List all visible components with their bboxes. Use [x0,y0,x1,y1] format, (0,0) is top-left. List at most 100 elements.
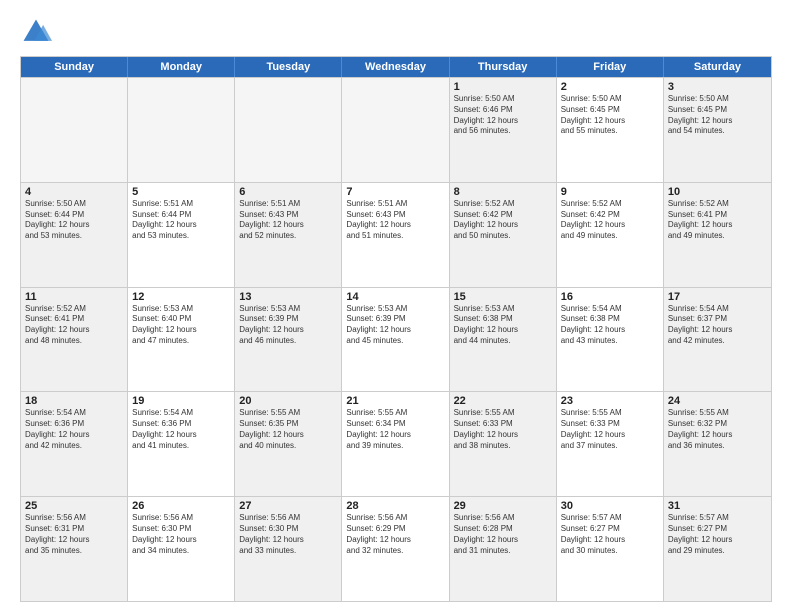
cell-info: Sunrise: 5:50 AM Sunset: 6:46 PM Dayligh… [454,94,552,137]
cell-info: Sunrise: 5:52 AM Sunset: 6:41 PM Dayligh… [668,199,767,242]
cell-info: Sunrise: 5:51 AM Sunset: 6:43 PM Dayligh… [346,199,444,242]
calendar-row: 25Sunrise: 5:56 AM Sunset: 6:31 PM Dayli… [21,496,771,601]
day-number: 30 [561,500,659,512]
day-number: 6 [239,186,337,198]
day-number: 26 [132,500,230,512]
calendar-cell: 30Sunrise: 5:57 AM Sunset: 6:27 PM Dayli… [557,497,664,601]
day-number: 29 [454,500,552,512]
calendar-row: 11Sunrise: 5:52 AM Sunset: 6:41 PM Dayli… [21,287,771,392]
cell-info: Sunrise: 5:54 AM Sunset: 6:36 PM Dayligh… [25,408,123,451]
calendar-cell: 27Sunrise: 5:56 AM Sunset: 6:30 PM Dayli… [235,497,342,601]
weekday-header: Sunday [21,57,128,77]
calendar-cell: 23Sunrise: 5:55 AM Sunset: 6:33 PM Dayli… [557,392,664,496]
cell-info: Sunrise: 5:55 AM Sunset: 6:32 PM Dayligh… [668,408,767,451]
cell-info: Sunrise: 5:54 AM Sunset: 6:37 PM Dayligh… [668,304,767,347]
day-number: 21 [346,395,444,407]
cell-info: Sunrise: 5:53 AM Sunset: 6:39 PM Dayligh… [239,304,337,347]
cell-info: Sunrise: 5:54 AM Sunset: 6:36 PM Dayligh… [132,408,230,451]
cell-info: Sunrise: 5:52 AM Sunset: 6:42 PM Dayligh… [454,199,552,242]
cell-info: Sunrise: 5:53 AM Sunset: 6:40 PM Dayligh… [132,304,230,347]
weekday-header: Friday [557,57,664,77]
day-number: 25 [25,500,123,512]
cell-info: Sunrise: 5:50 AM Sunset: 6:44 PM Dayligh… [25,199,123,242]
calendar-cell: 26Sunrise: 5:56 AM Sunset: 6:30 PM Dayli… [128,497,235,601]
day-number: 18 [25,395,123,407]
day-number: 1 [454,81,552,93]
cell-info: Sunrise: 5:51 AM Sunset: 6:44 PM Dayligh… [132,199,230,242]
calendar-cell [342,78,449,182]
calendar-cell: 25Sunrise: 5:56 AM Sunset: 6:31 PM Dayli… [21,497,128,601]
day-number: 5 [132,186,230,198]
day-number: 23 [561,395,659,407]
cell-info: Sunrise: 5:54 AM Sunset: 6:38 PM Dayligh… [561,304,659,347]
calendar-cell: 6Sunrise: 5:51 AM Sunset: 6:43 PM Daylig… [235,183,342,287]
calendar-cell: 18Sunrise: 5:54 AM Sunset: 6:36 PM Dayli… [21,392,128,496]
calendar-cell: 24Sunrise: 5:55 AM Sunset: 6:32 PM Dayli… [664,392,771,496]
weekday-header: Tuesday [235,57,342,77]
day-number: 22 [454,395,552,407]
cell-info: Sunrise: 5:56 AM Sunset: 6:28 PM Dayligh… [454,513,552,556]
calendar-cell [128,78,235,182]
header [20,16,772,48]
calendar-cell: 1Sunrise: 5:50 AM Sunset: 6:46 PM Daylig… [450,78,557,182]
calendar-row: 18Sunrise: 5:54 AM Sunset: 6:36 PM Dayli… [21,391,771,496]
cell-info: Sunrise: 5:55 AM Sunset: 6:34 PM Dayligh… [346,408,444,451]
calendar-cell: 22Sunrise: 5:55 AM Sunset: 6:33 PM Dayli… [450,392,557,496]
calendar-cell: 12Sunrise: 5:53 AM Sunset: 6:40 PM Dayli… [128,288,235,392]
day-number: 13 [239,291,337,303]
calendar-cell: 2Sunrise: 5:50 AM Sunset: 6:45 PM Daylig… [557,78,664,182]
calendar-header: SundayMondayTuesdayWednesdayThursdayFrid… [21,57,771,77]
calendar-cell: 31Sunrise: 5:57 AM Sunset: 6:27 PM Dayli… [664,497,771,601]
calendar: SundayMondayTuesdayWednesdayThursdayFrid… [20,56,772,602]
day-number: 27 [239,500,337,512]
cell-info: Sunrise: 5:56 AM Sunset: 6:29 PM Dayligh… [346,513,444,556]
cell-info: Sunrise: 5:55 AM Sunset: 6:33 PM Dayligh… [561,408,659,451]
cell-info: Sunrise: 5:50 AM Sunset: 6:45 PM Dayligh… [561,94,659,137]
calendar-cell: 20Sunrise: 5:55 AM Sunset: 6:35 PM Dayli… [235,392,342,496]
day-number: 3 [668,81,767,93]
calendar-cell: 29Sunrise: 5:56 AM Sunset: 6:28 PM Dayli… [450,497,557,601]
day-number: 14 [346,291,444,303]
day-number: 11 [25,291,123,303]
calendar-cell: 9Sunrise: 5:52 AM Sunset: 6:42 PM Daylig… [557,183,664,287]
weekday-header: Saturday [664,57,771,77]
cell-info: Sunrise: 5:52 AM Sunset: 6:41 PM Dayligh… [25,304,123,347]
calendar-cell: 3Sunrise: 5:50 AM Sunset: 6:45 PM Daylig… [664,78,771,182]
calendar-cell: 17Sunrise: 5:54 AM Sunset: 6:37 PM Dayli… [664,288,771,392]
day-number: 19 [132,395,230,407]
calendar-cell: 13Sunrise: 5:53 AM Sunset: 6:39 PM Dayli… [235,288,342,392]
cell-info: Sunrise: 5:53 AM Sunset: 6:38 PM Dayligh… [454,304,552,347]
calendar-cell [21,78,128,182]
calendar-cell: 19Sunrise: 5:54 AM Sunset: 6:36 PM Dayli… [128,392,235,496]
cell-info: Sunrise: 5:56 AM Sunset: 6:31 PM Dayligh… [25,513,123,556]
cell-info: Sunrise: 5:53 AM Sunset: 6:39 PM Dayligh… [346,304,444,347]
day-number: 28 [346,500,444,512]
calendar-cell: 21Sunrise: 5:55 AM Sunset: 6:34 PM Dayli… [342,392,449,496]
calendar-body: 1Sunrise: 5:50 AM Sunset: 6:46 PM Daylig… [21,77,771,601]
weekday-header: Thursday [450,57,557,77]
day-number: 17 [668,291,767,303]
weekday-header: Monday [128,57,235,77]
calendar-row: 4Sunrise: 5:50 AM Sunset: 6:44 PM Daylig… [21,182,771,287]
cell-info: Sunrise: 5:56 AM Sunset: 6:30 PM Dayligh… [132,513,230,556]
day-number: 8 [454,186,552,198]
cell-info: Sunrise: 5:50 AM Sunset: 6:45 PM Dayligh… [668,94,767,137]
calendar-cell: 4Sunrise: 5:50 AM Sunset: 6:44 PM Daylig… [21,183,128,287]
day-number: 31 [668,500,767,512]
cell-info: Sunrise: 5:56 AM Sunset: 6:30 PM Dayligh… [239,513,337,556]
cell-info: Sunrise: 5:55 AM Sunset: 6:35 PM Dayligh… [239,408,337,451]
logo-icon [20,16,52,48]
cell-info: Sunrise: 5:57 AM Sunset: 6:27 PM Dayligh… [561,513,659,556]
logo [20,16,56,48]
cell-info: Sunrise: 5:57 AM Sunset: 6:27 PM Dayligh… [668,513,767,556]
calendar-cell: 10Sunrise: 5:52 AM Sunset: 6:41 PM Dayli… [664,183,771,287]
day-number: 2 [561,81,659,93]
calendar-cell [235,78,342,182]
day-number: 12 [132,291,230,303]
calendar-cell: 11Sunrise: 5:52 AM Sunset: 6:41 PM Dayli… [21,288,128,392]
calendar-cell: 7Sunrise: 5:51 AM Sunset: 6:43 PM Daylig… [342,183,449,287]
calendar-row: 1Sunrise: 5:50 AM Sunset: 6:46 PM Daylig… [21,77,771,182]
day-number: 16 [561,291,659,303]
calendar-cell: 14Sunrise: 5:53 AM Sunset: 6:39 PM Dayli… [342,288,449,392]
day-number: 15 [454,291,552,303]
